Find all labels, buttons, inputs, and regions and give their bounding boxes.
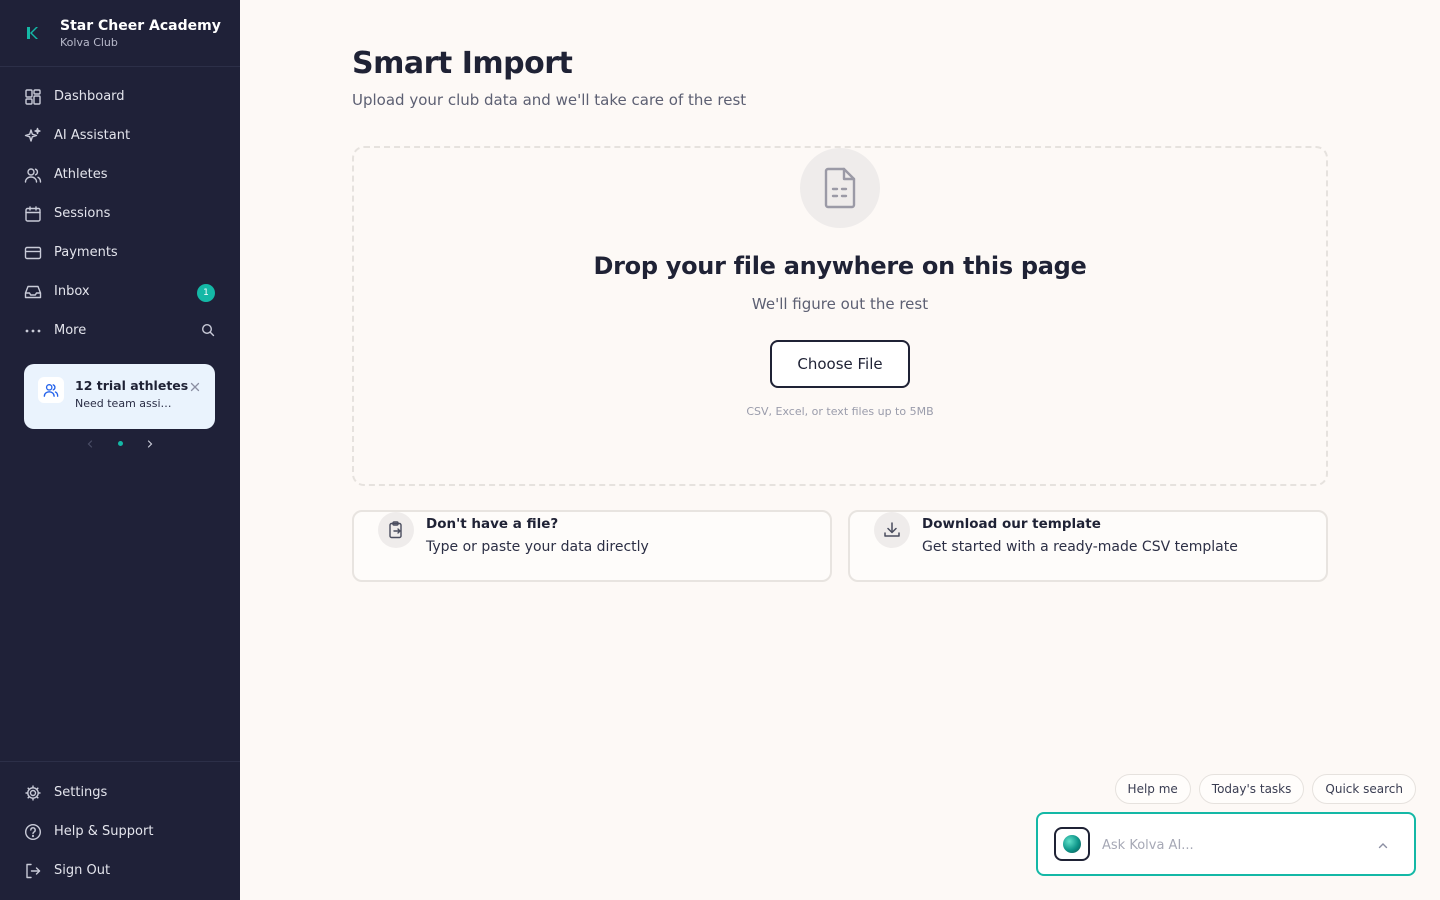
nav-label: Dashboard (54, 89, 125, 104)
page-title: Smart Import (352, 46, 573, 81)
nav-item-sessions[interactable]: Sessions (0, 194, 240, 233)
ask-ai-input[interactable] (1102, 834, 1362, 856)
gear-icon (24, 784, 42, 802)
file-icon (800, 148, 880, 228)
paste-data-option[interactable]: Don't have a file? Type or paste your da… (352, 510, 832, 582)
nav-item-settings[interactable]: Settings (0, 773, 240, 812)
nav-label: Inbox (54, 284, 90, 299)
todays-tasks-chip[interactable]: Today's tasks (1198, 774, 1305, 804)
download-template-option[interactable]: Download our template Get started with a… (848, 510, 1328, 582)
file-dropzone[interactable]: Drop your file anywhere on this page We'… (352, 146, 1328, 486)
nav-item-athletes[interactable]: Athletes (0, 155, 240, 194)
ask-ai-box[interactable] (1036, 812, 1416, 876)
option-subtitle: Type or paste your data directly (426, 539, 649, 555)
credit-card-icon (24, 244, 42, 262)
file-type-hint: CSV, Excel, or text files up to 5MB (746, 405, 934, 418)
promo-pager (85, 436, 155, 450)
clipboard-icon (378, 512, 414, 548)
promo-title: 12 trial athletes (75, 378, 189, 393)
quick-action-chips: Help me Today's tasks Quick search (1114, 774, 1416, 804)
option-title: Don't have a file? (426, 516, 559, 532)
nav-item-more[interactable]: More (0, 311, 240, 350)
search-icon[interactable] (200, 322, 216, 338)
page-subtitle: Upload your club data and we'll take car… (352, 91, 747, 109)
option-title: Download our template (922, 516, 1101, 532)
quick-search-chip[interactable]: Quick search (1312, 774, 1416, 804)
download-icon (874, 512, 910, 548)
promo-subtitle: Need team assignments (75, 397, 175, 410)
nav-label: Sign Out (54, 863, 111, 878)
calendar-icon (24, 205, 42, 223)
nav-item-inbox[interactable]: Inbox 1 (0, 272, 240, 311)
sign-out-icon (24, 862, 42, 880)
help-me-chip[interactable]: Help me (1114, 774, 1191, 804)
users-icon (24, 166, 42, 184)
chevron-right-icon[interactable] (145, 434, 155, 453)
nav-item-dashboard[interactable]: Dashboard (0, 77, 240, 116)
close-icon[interactable] (189, 378, 201, 392)
help-icon (24, 823, 42, 841)
nav-label: Settings (54, 785, 108, 800)
brand[interactable]: Star Cheer Academy Kolva Club (0, 0, 240, 67)
option-subtitle: Get started with a ready-made CSV templa… (922, 539, 1238, 555)
chevron-up-icon[interactable] (1376, 838, 1390, 852)
inbox-icon (24, 283, 42, 301)
nav-item-payments[interactable]: Payments (0, 233, 240, 272)
nav-label: Sessions (54, 206, 111, 221)
trial-athletes-card[interactable]: 12 trial athletes Need team assignments (24, 364, 215, 429)
nav-item-help[interactable]: Help & Support (0, 812, 240, 851)
dropzone-subtitle: We'll figure out the rest (751, 295, 929, 313)
choose-file-button[interactable]: Choose File (770, 340, 910, 388)
users-icon (38, 377, 64, 403)
club-name: Star Cheer Academy (60, 17, 221, 34)
sidebar: Star Cheer Academy Kolva Club Dashboard … (0, 0, 240, 900)
inbox-badge: 1 (197, 284, 215, 302)
sidebar-bottom-nav: Settings Help & Support Sign Out (0, 761, 240, 890)
dashboard-icon (24, 88, 42, 106)
nav-label: AI Assistant (54, 128, 131, 143)
nav-item-sign-out[interactable]: Sign Out (0, 851, 240, 890)
pager-dot-active[interactable] (117, 440, 123, 446)
chevron-left-icon[interactable] (85, 434, 95, 453)
dropzone-title: Drop your file anywhere on this page (593, 252, 1087, 280)
club-subtitle: Kolva Club (60, 35, 118, 49)
nav-label: Help & Support (54, 824, 154, 839)
nav-item-ai-assistant[interactable]: AI Assistant (0, 116, 240, 155)
main-nav: Dashboard AI Assistant Athletes Sessions… (0, 67, 240, 350)
kolva-logo-icon (24, 25, 40, 41)
nav-label: Athletes (54, 167, 108, 182)
nav-label: Payments (54, 245, 118, 260)
sparkles-icon (24, 127, 42, 145)
nav-label: More (54, 323, 87, 338)
ai-avatar-icon (1054, 827, 1090, 861)
more-icon (24, 322, 42, 340)
